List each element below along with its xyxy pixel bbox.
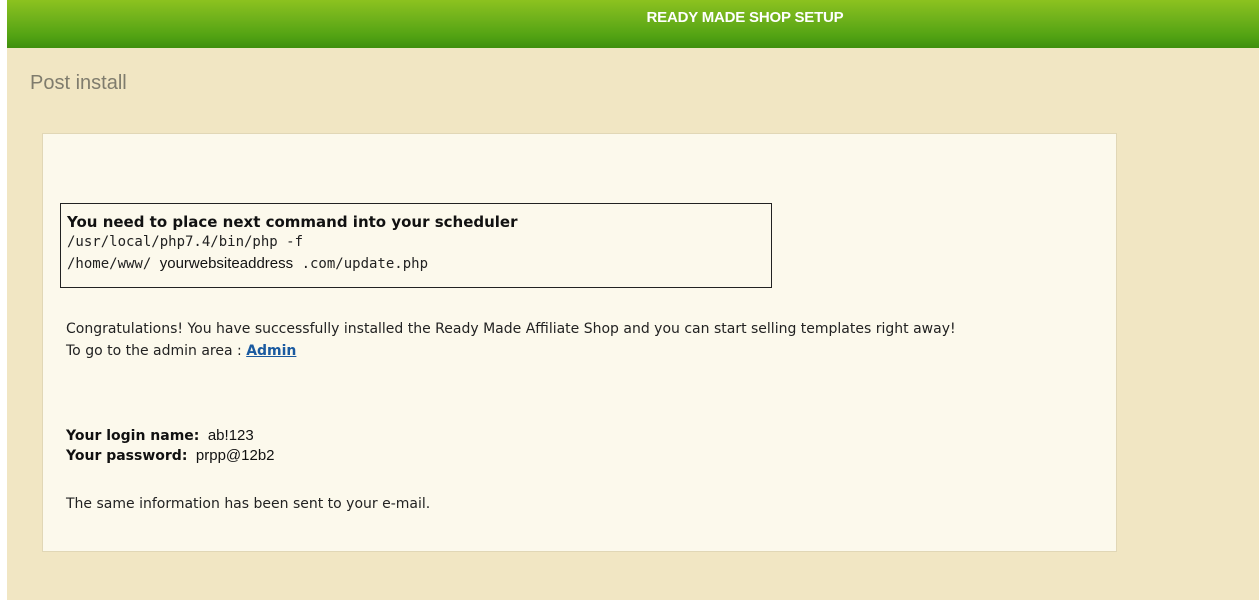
header-title: READY MADE SHOP SETUP (646, 9, 844, 26)
command-path-suffix: .com/update.php (301, 256, 429, 272)
content-panel: You need to place next command into your… (42, 133, 1117, 552)
password-row: Your password: prpp@12b2 (66, 446, 275, 466)
password-label: Your password: (66, 448, 188, 464)
login-value: ab!123 (207, 427, 254, 444)
success-message: Congratulations! You have successfully i… (66, 318, 966, 362)
setup-page: READY MADE SHOP SETUP Post install You n… (7, 0, 1259, 600)
login-row: Your login name: ab!123 (66, 426, 275, 446)
page-title: Post install (30, 72, 127, 94)
command-line-1: /usr/local/php7.4/bin/php -f (67, 234, 304, 250)
admin-link[interactable]: Admin (246, 343, 296, 359)
password-value: prpp@12b2 (195, 447, 275, 464)
command-line-2: /home/www/ yourwebsiteaddress .com/updat… (67, 253, 771, 275)
scheduler-command-box: You need to place next command into your… (60, 203, 772, 288)
login-label: Your login name: (66, 428, 200, 444)
command-heading: You need to place next command into your… (67, 213, 518, 231)
domain-placeholder: yourwebsiteaddress (159, 255, 294, 272)
admin-prompt: To go to the admin area : (66, 343, 242, 359)
credentials-block: Your login name: ab!123 Your password: p… (66, 426, 275, 466)
command-path-prefix: /home/www/ (67, 256, 152, 272)
header-bar: READY MADE SHOP SETUP (7, 0, 1259, 48)
congratulations-text: Congratulations! You have successfully i… (66, 321, 956, 337)
admin-line: To go to the admin area : Admin (66, 340, 966, 362)
email-sent-note: The same information has been sent to yo… (66, 496, 431, 512)
